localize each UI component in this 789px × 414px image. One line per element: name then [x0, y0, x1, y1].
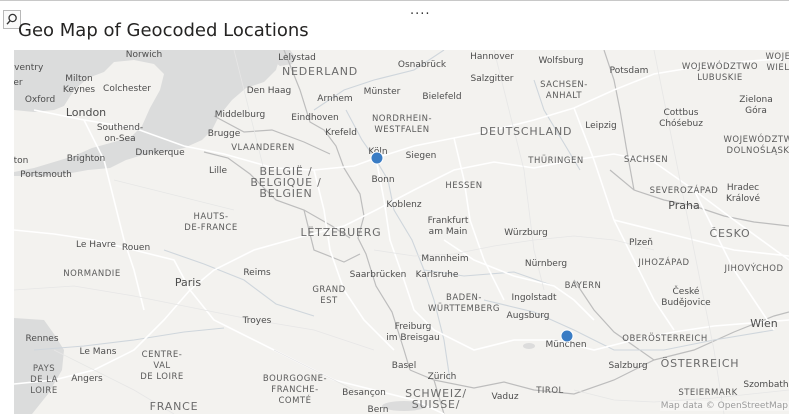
map-label: Frankfurt am Main	[427, 216, 469, 237]
map-label: NORDRHEIN- WESTFALEN	[371, 114, 433, 135]
map-label: HAUTS- DE-FRANCE	[184, 212, 238, 233]
map-label: Wolfsburg	[538, 56, 584, 66]
map-label: WOJE WIEL	[765, 52, 789, 73]
map-label: Bonn	[371, 175, 395, 185]
map-label: Zielona Góra	[739, 95, 773, 116]
map-label: Besançon	[342, 388, 386, 398]
map-label: Basel	[391, 361, 417, 371]
map-label: SEVEROZÁPAD	[649, 186, 719, 196]
map-label: Reims	[243, 268, 271, 278]
map-canvas[interactable]: Norwich Lelystad Hannover Wolfsburg Pots…	[14, 50, 789, 414]
map-label: Salzburg	[608, 361, 648, 371]
map-label: Oxford	[24, 95, 56, 105]
map-label: Nürnberg	[524, 259, 568, 269]
map-label: ton	[14, 156, 29, 166]
map-label: Hradec Králové	[726, 183, 760, 204]
map-label: Vaduz	[491, 392, 519, 402]
map-label: PAYS DE LA LOIRE	[30, 364, 58, 396]
map-point-munchen[interactable]	[560, 329, 574, 343]
map-label: Osnabrück	[397, 60, 447, 70]
map-label: Le Havre	[76, 240, 116, 250]
map-label: Le Mans	[79, 347, 117, 357]
map-label: Würzburg	[504, 228, 548, 238]
map-label: JIHOVÝCHOD	[724, 264, 784, 274]
map-label: Cottbus Chóśebuz	[659, 108, 703, 129]
map-label: NORMANDIE	[63, 269, 121, 279]
map-label: Milton Keynes	[62, 74, 96, 95]
map-label: Freiburg im Breisgau	[386, 322, 440, 343]
map-label: Arnhem	[317, 94, 353, 104]
map-label: CENTRE- VAL DE LOIRE	[140, 350, 184, 382]
map-attribution: Map data © OpenStreetMap	[659, 401, 789, 411]
map-label: Salzgitter	[470, 74, 514, 84]
map-label: VLAANDEREN	[231, 143, 295, 153]
map-label: Brugge	[207, 129, 241, 139]
map-label: WOJEWÓDZTWO LUBUSKIE	[681, 62, 759, 83]
map-point-koln[interactable]	[370, 151, 384, 165]
map-label: Bielefeld	[422, 92, 462, 102]
map-label: HESSEN	[445, 181, 483, 191]
map-label: Praha	[668, 199, 700, 212]
map-label: Colchester	[103, 84, 151, 94]
map-label: GRAND EST	[312, 285, 346, 306]
map-label: Lelystad	[278, 53, 316, 63]
map-label: Rennes	[25, 334, 59, 344]
map-label: Szombath	[743, 380, 789, 390]
map-label: FRANCE	[149, 400, 199, 413]
map-label: Brighton	[66, 154, 106, 164]
map-label: Zürich	[427, 372, 457, 382]
map-label: THÜRINGEN	[528, 156, 584, 166]
map-label: BOURGOGNE- FRANCHE- COMTÉ	[262, 374, 328, 406]
map-label: DEUTSCHLAND	[479, 125, 573, 138]
map-label: Mannheim	[421, 254, 469, 264]
map-label: SCHWEIZ/SUISSE/	[405, 387, 467, 411]
map-label: Paris	[174, 276, 202, 289]
map-label: Middelburg	[214, 110, 266, 120]
map-label: Münster	[363, 87, 401, 97]
map-label: Troyes	[242, 316, 272, 326]
map-label: Hannover	[470, 52, 514, 62]
map-label: Den Haag	[246, 86, 292, 96]
map-label: Lille	[208, 166, 228, 176]
map-label: Wien	[750, 317, 778, 330]
map-label: České Budějovice	[661, 287, 711, 308]
map-label: TIROL	[536, 386, 564, 396]
map-label: STEIERMARK	[678, 388, 738, 398]
map-label: Eindhoven	[291, 113, 339, 123]
map-label: LËTZEBUERG	[300, 226, 382, 239]
map-label: NEDERLAND	[281, 65, 359, 78]
map-label: Southend-on-Sea	[96, 123, 144, 144]
map-visual: .... Geo Map of Geocoded Locations Norwi…	[0, 0, 789, 414]
map-label: Dunkerque	[135, 148, 185, 158]
map-label: Potsdam	[609, 66, 649, 76]
map-label: Saarbrücken	[349, 270, 407, 280]
map-label: Siegen	[405, 151, 437, 161]
map-label: Ingolstadt	[511, 293, 557, 303]
map-label: Augsburg	[506, 311, 550, 321]
map-label: BADEN- WÜRTTEMBERG	[427, 293, 501, 314]
map-label: BELGIË / BELGIQUE / BELGIEN	[250, 165, 322, 200]
map-label: Norwich	[125, 50, 163, 60]
more-options-button[interactable]: ....	[410, 4, 431, 17]
map-label: SACHSEN	[623, 155, 669, 165]
map-label: WOJEWÓDZTW DOLNOŚLĄSK	[723, 135, 789, 156]
map-label: Krefeld	[325, 128, 357, 138]
map-label: JIHOZÁPAD	[638, 258, 690, 268]
map-label: ČESKO	[709, 227, 751, 240]
map-label: SACHSEN- ANHALT	[540, 80, 588, 101]
map-label: Koblenz	[386, 200, 422, 210]
map-label: Karlsruhe	[415, 270, 459, 280]
map-label: oventry	[14, 63, 44, 73]
map-label: Rouen	[121, 243, 151, 253]
map-label: London	[65, 106, 107, 119]
map-label: Leipzig	[585, 121, 617, 131]
map-label: Angers	[71, 374, 103, 384]
visual-title: Geo Map of Geocoded Locations	[18, 20, 309, 41]
map-label: ÖSTERREICH	[660, 357, 740, 370]
map-label: Portsmouth	[20, 170, 72, 180]
map-label: OBERÖSTERREICH	[622, 334, 708, 344]
map-label: BAYERN	[564, 281, 602, 291]
map-label: Plzeň	[629, 238, 653, 248]
map-label: er	[14, 78, 23, 88]
